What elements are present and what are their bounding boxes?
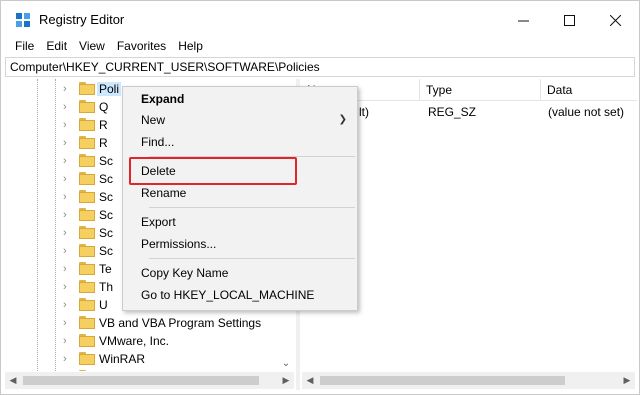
- delete-highlight-annotation: [129, 157, 297, 185]
- folder-icon: [79, 298, 95, 311]
- folder-icon: [79, 82, 95, 95]
- expand-chevron-icon[interactable]: ›: [63, 137, 73, 149]
- scroll-right-icon[interactable]: ▶: [280, 375, 292, 386]
- value-data: (value not set): [548, 105, 625, 119]
- maximize-icon: [563, 14, 575, 26]
- menu-view[interactable]: View: [73, 37, 111, 55]
- minimize-button[interactable]: [500, 1, 546, 39]
- tree-item-label: VMware, Inc.: [99, 334, 170, 348]
- tree-item-label: Sc: [99, 208, 114, 222]
- tree-item-label: Sc: [99, 190, 114, 204]
- tree-horizontal-scrollbar[interactable]: ◀ ▶: [5, 372, 294, 389]
- tree-item-label: Poli: [97, 82, 122, 96]
- folder-icon: [79, 370, 95, 371]
- folder-icon: [79, 100, 95, 113]
- tree-item[interactable]: ›WinRAR SFX: [5, 368, 285, 371]
- scrollbar-thumb[interactable]: [23, 376, 259, 385]
- menu-help[interactable]: Help: [172, 37, 209, 55]
- tree-item-label: WinRAR: [99, 352, 146, 366]
- expand-chevron-icon[interactable]: ›: [63, 227, 73, 239]
- registry-editor-window: Registry Editor File Edit View Favorites…: [0, 0, 640, 395]
- title-bar: Registry Editor: [1, 1, 639, 39]
- menu-edit[interactable]: Edit: [40, 37, 73, 55]
- list-horizontal-scrollbar[interactable]: ◀ ▶: [302, 372, 635, 389]
- expand-chevron-icon[interactable]: ›: [63, 299, 73, 311]
- expand-chevron-icon[interactable]: ›: [63, 83, 73, 95]
- ctx-new-label: New: [141, 113, 166, 127]
- maximize-button[interactable]: [546, 1, 592, 39]
- folder-icon: [79, 352, 95, 365]
- tree-item-label: U: [99, 298, 108, 312]
- expand-chevron-icon[interactable]: ›: [63, 263, 73, 275]
- expand-chevron-icon[interactable]: ›: [63, 281, 73, 293]
- expand-chevron-icon[interactable]: ›: [63, 191, 73, 203]
- tree-item-label: Te: [99, 262, 112, 276]
- ctx-permissions[interactable]: Permissions...: [123, 234, 357, 254]
- close-button[interactable]: [592, 1, 638, 39]
- menu-favorites[interactable]: Favorites: [111, 37, 172, 55]
- minimize-icon: [517, 20, 529, 21]
- expand-chevron-icon[interactable]: ›: [63, 101, 73, 113]
- scroll-right-icon[interactable]: ▶: [621, 375, 633, 386]
- tree-item-label: Q: [99, 100, 109, 114]
- tree-item-label: Sc: [99, 226, 114, 240]
- menu-separator: [149, 258, 355, 259]
- tree-item-label: Sc: [99, 244, 114, 258]
- expand-chevron-icon[interactable]: ›: [63, 317, 73, 329]
- folder-icon: [79, 244, 95, 257]
- folder-icon: [79, 226, 95, 239]
- ctx-goto-hklm[interactable]: Go to HKEY_LOCAL_MACHINE: [123, 285, 357, 305]
- tree-item[interactable]: › VB and VBA Program Settings: [5, 314, 285, 332]
- tree-item-label: R: [99, 136, 108, 150]
- tree-item-label: VB and VBA Program Settings: [99, 316, 262, 330]
- menu-separator: [149, 207, 355, 208]
- ctx-find[interactable]: Find...: [123, 132, 357, 152]
- close-icon: [609, 14, 621, 26]
- window-title: Registry Editor: [39, 12, 125, 27]
- scroll-left-icon[interactable]: ◀: [7, 375, 19, 386]
- folder-icon: [79, 208, 95, 221]
- registry-editor-icon: [16, 13, 30, 27]
- column-type-header[interactable]: Type: [420, 79, 541, 101]
- folder-icon: [79, 280, 95, 293]
- scrollbar-thumb[interactable]: [320, 376, 565, 385]
- tree-item[interactable]: › WinRAR: [5, 350, 285, 368]
- folder-icon: [79, 136, 95, 149]
- context-menu: Expand New ❯ Find... Delete Rename Expor…: [122, 86, 358, 311]
- folder-icon: [79, 316, 95, 329]
- column-data-header[interactable]: Data: [541, 79, 637, 101]
- folder-icon: [79, 154, 95, 167]
- expand-chevron-icon[interactable]: ›: [63, 173, 73, 185]
- folder-icon: [79, 262, 95, 275]
- ctx-new[interactable]: New ❯: [123, 110, 357, 130]
- menu-bar: File Edit View Favorites Help: [1, 37, 209, 55]
- tree-item[interactable]: › VMware, Inc.: [5, 332, 285, 350]
- expand-chevron-icon[interactable]: ›: [63, 209, 73, 221]
- tree-item-label: Sc: [99, 172, 114, 186]
- value-type: REG_SZ: [428, 105, 477, 119]
- address-bar[interactable]: Computer\HKEY_CURRENT_USER\SOFTWARE\Poli…: [5, 57, 635, 77]
- ctx-expand[interactable]: Expand: [123, 89, 357, 109]
- expand-chevron-icon[interactable]: ›: [63, 335, 73, 347]
- scroll-left-icon[interactable]: ◀: [304, 375, 316, 386]
- ctx-rename[interactable]: Rename: [123, 183, 357, 203]
- folder-icon: [79, 172, 95, 185]
- tree-item-label: R: [99, 118, 108, 132]
- expand-chevron-icon[interactable]: ›: [63, 119, 73, 131]
- tree-item-label: Sc: [99, 154, 114, 168]
- ctx-export[interactable]: Export: [123, 212, 357, 232]
- expand-chevron-icon[interactable]: ›: [63, 353, 73, 365]
- scroll-down-icon[interactable]: ⌄: [281, 359, 291, 369]
- value-name: lt): [359, 105, 369, 119]
- expand-chevron-icon[interactable]: ›: [63, 155, 73, 167]
- tree-item-label: Th: [99, 280, 114, 294]
- folder-icon: [79, 334, 95, 347]
- menu-file[interactable]: File: [1, 37, 40, 55]
- expand-chevron-icon[interactable]: ›: [63, 245, 73, 257]
- ctx-copy-key-name[interactable]: Copy Key Name: [123, 263, 357, 283]
- tree-item-label: WinRAR SFX: [99, 370, 172, 371]
- folder-icon: [79, 190, 95, 203]
- folder-icon: [79, 118, 95, 131]
- submenu-arrow-icon: ❯: [338, 114, 347, 125]
